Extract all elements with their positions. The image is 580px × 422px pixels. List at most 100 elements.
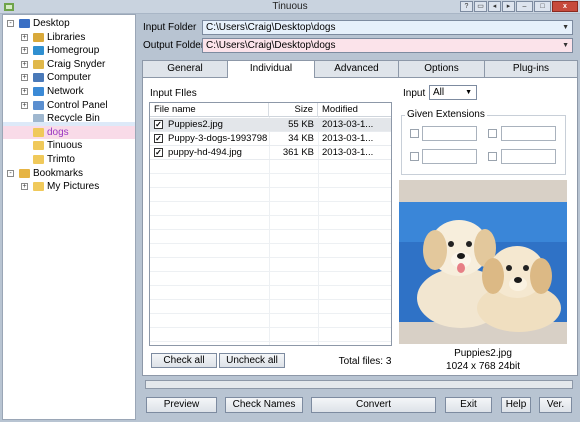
preview-button[interactable]: Preview [146, 397, 217, 413]
extension-checkbox-4[interactable] [488, 152, 497, 161]
grid-line [150, 313, 391, 314]
folder-icon [33, 182, 44, 192]
output-folder-field[interactable]: C:\Users\Craig\Desktop\dogs ▼ [202, 38, 573, 53]
collapse-icon[interactable]: - [7, 169, 14, 177]
grid-line [150, 229, 391, 230]
tree-item-my-pictures[interactable]: + My Pictures [3, 180, 135, 193]
expand-icon[interactable]: + [21, 47, 28, 55]
collapse-icon[interactable]: - [7, 20, 14, 27]
tree-item-control-panel[interactable]: + Control Panel [3, 99, 135, 112]
exit-button[interactable]: Exit [445, 397, 492, 413]
pin-icon[interactable]: ▭ [474, 1, 487, 12]
tree-item-libraries[interactable]: + Libraries [3, 31, 135, 44]
expand-icon[interactable]: + [21, 60, 28, 68]
computer-icon [33, 73, 44, 83]
maximize-button[interactable]: □ [534, 1, 551, 12]
title-bar: Tinuous ? ▭ ◂ ▸ – □ x [0, 0, 580, 14]
expand-icon[interactable]: + [21, 33, 28, 41]
grid-line [150, 215, 391, 216]
file-checkbox[interactable]: ✓ [154, 120, 163, 129]
input-filter-value: All [433, 87, 445, 98]
help-button[interactable]: Help [501, 397, 531, 413]
file-name: puppy-hd-494.jpg [168, 147, 242, 158]
tree-item-label: Tinuous [47, 140, 83, 152]
tree-item-label: Desktop [33, 18, 70, 29]
file-row[interactable]: ✓ puppy-hd-494.jpg 361 KB 2013-03-1... [150, 146, 391, 160]
output-folder-label: Output Folder [143, 40, 205, 51]
grid-line [150, 243, 391, 244]
tree-item-desktop[interactable]: - Desktop [3, 17, 135, 30]
expand-icon[interactable]: + [21, 101, 28, 109]
column-size[interactable]: Size [269, 103, 318, 117]
file-row[interactable]: ✓ Puppy-3-dogs-1993798... 34 KB 2013-03-1..… [150, 132, 391, 146]
extension-field-4[interactable] [501, 149, 556, 164]
file-checkbox[interactable]: ✓ [154, 148, 163, 157]
app-window: Tinuous ? ▭ ◂ ▸ – □ x - Desktop + Libraries… [0, 0, 580, 422]
tree-item-computer[interactable]: + Computer [3, 71, 135, 84]
expand-icon[interactable]: + [21, 183, 28, 191]
column-file-name[interactable]: File name [150, 103, 269, 117]
tab-options[interactable]: Options [398, 60, 485, 77]
tab-plug-ins[interactable]: Plug-ins [484, 60, 578, 77]
tab-individual[interactable]: Individual [227, 60, 315, 78]
expand-icon[interactable]: + [21, 74, 28, 82]
grid-line [150, 327, 391, 328]
tree-item-label: My Pictures [47, 181, 100, 193]
input-folder-field[interactable]: C:\Users\Craig\Desktop\dogs ▼ [202, 20, 573, 35]
chevron-down-icon[interactable]: ▼ [562, 24, 569, 31]
extension-checkbox-2[interactable] [488, 129, 497, 138]
extension-field-2[interactable] [501, 126, 556, 141]
file-size: 55 KB [288, 119, 314, 130]
given-extensions-legend: Given Extensions [405, 109, 487, 121]
uncheck-all-button[interactable]: Uncheck all [219, 353, 285, 368]
preview-image-info: 1024 x 768 24bit [446, 361, 520, 372]
check-all-button[interactable]: Check all [151, 353, 217, 368]
column-modified[interactable]: Modified [318, 103, 391, 117]
input-filter-select[interactable]: All ▼ [429, 85, 477, 100]
extension-field-1[interactable] [422, 126, 477, 141]
tree-item-bookmarks[interactable]: - Bookmarks [3, 167, 135, 180]
help-caption-icon[interactable]: ? [460, 1, 473, 12]
convert-button[interactable]: Convert [311, 397, 436, 413]
tab-bar: General Individual Advanced Options Plug… [142, 60, 578, 78]
forward-icon[interactable]: ▸ [502, 1, 515, 12]
grid-line [150, 201, 391, 202]
tree-item-label: Homegroup [47, 45, 100, 57]
tab-advanced[interactable]: Advanced [314, 60, 399, 77]
grid-line [150, 173, 391, 174]
progress-bar [145, 380, 573, 389]
tree-item-network[interactable]: + Network [3, 85, 135, 98]
file-modified: 2013-03-1... [322, 147, 374, 158]
expand-icon[interactable]: + [21, 88, 28, 95]
version-button[interactable]: Ver. [539, 397, 572, 413]
extension-checkbox-3[interactable] [410, 152, 419, 161]
desktop-icon [19, 19, 30, 28]
grid-line [150, 285, 391, 286]
tab-general[interactable]: General [142, 60, 228, 77]
extension-field-3[interactable] [422, 149, 477, 164]
close-button[interactable]: x [552, 1, 578, 12]
tree-item-label: Control Panel [47, 99, 108, 111]
tree-item-homegroup[interactable]: + Homegroup [3, 44, 135, 57]
grid-line [150, 187, 391, 188]
extension-checkbox-1[interactable] [410, 129, 419, 138]
file-checkbox[interactable]: ✓ [154, 134, 163, 143]
folder-icon [33, 127, 44, 137]
grid-line [150, 299, 391, 300]
tree-item-trimto[interactable]: Trimto [3, 153, 135, 166]
input-files-label: Input FIles [150, 88, 197, 99]
grid-line [150, 341, 391, 342]
check-names-button[interactable]: Check Names [225, 397, 303, 413]
tree-item-tinuous[interactable]: Tinuous [3, 139, 135, 152]
tree-item-craig-snyder[interactable]: + Craig Snyder [3, 58, 135, 71]
tree-item-dogs[interactable]: dogs [3, 125, 135, 139]
user-folder-icon [33, 59, 44, 69]
chevron-down-icon[interactable]: ▼ [562, 42, 569, 49]
folder-tree[interactable]: - Desktop + Libraries + Homegroup + Craig Snyde… [2, 14, 136, 420]
tree-item-label: Computer [47, 72, 91, 84]
file-row[interactable]: ✓ Puppies2.jpg 55 KB 2013-03-1... [150, 118, 391, 132]
input-files-list[interactable]: File name Size Modified ✓ Puppies2.jpg 55 … [149, 102, 392, 346]
minimize-button[interactable]: – [516, 1, 533, 12]
back-icon[interactable]: ◂ [488, 1, 501, 12]
input-filter-label: Input [403, 88, 426, 99]
